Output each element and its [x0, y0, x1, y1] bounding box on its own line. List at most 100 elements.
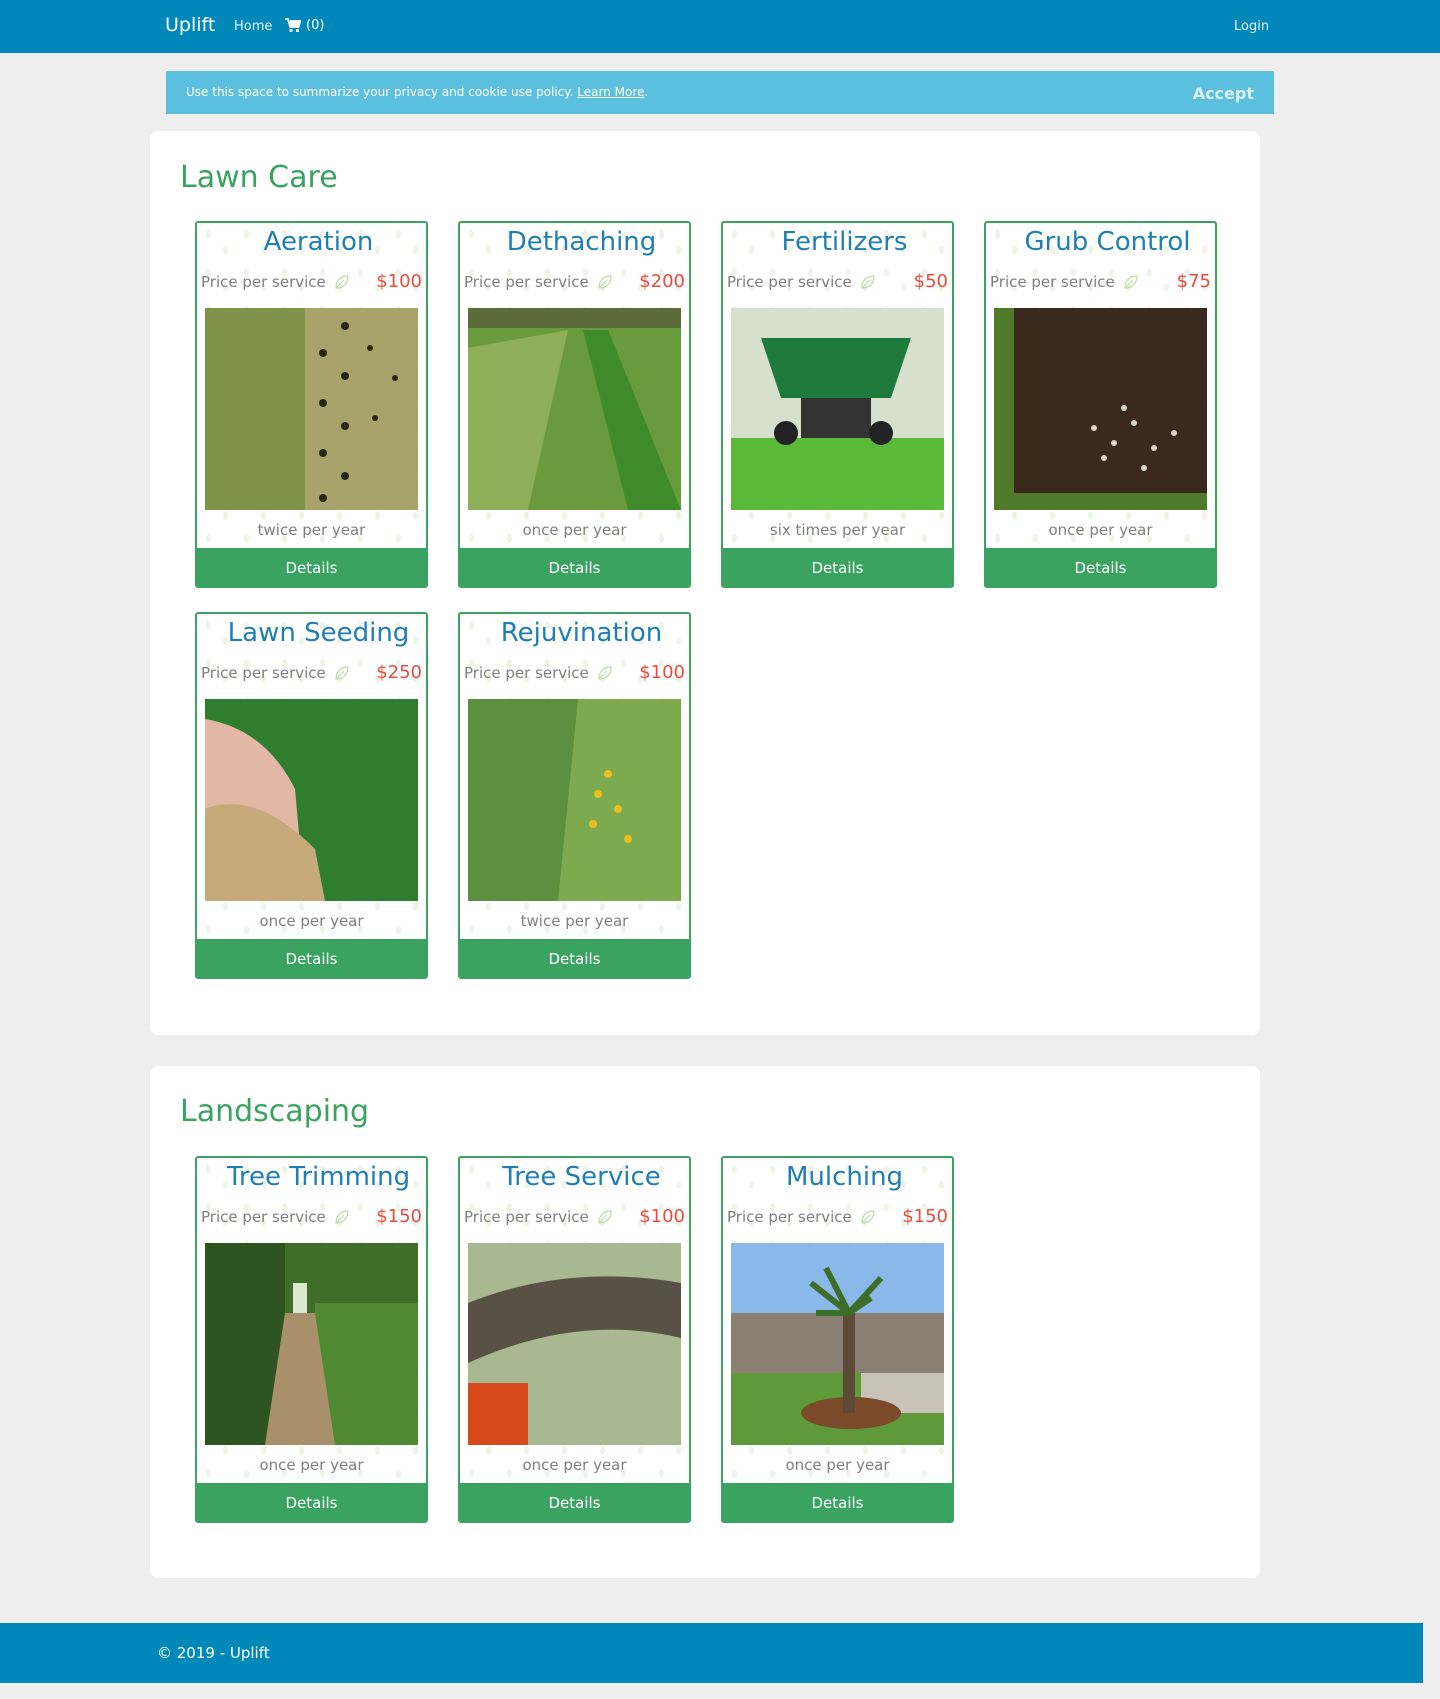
dethaching-image — [468, 308, 681, 510]
service-frequency: once per year — [259, 1456, 364, 1474]
price-label: Price per service — [990, 273, 1139, 291]
service-card: Fertilizers Price per service $50 six ti… — [721, 221, 954, 588]
service-name: Tree Trimming — [226, 1162, 411, 1192]
service-name: Aeration — [263, 227, 374, 257]
service-price: $150 — [902, 1206, 948, 1227]
nav-login-link[interactable]: Login — [1234, 19, 1269, 34]
price-label-text: Price per service — [464, 1208, 589, 1226]
section-landscaping: Landscaping Tree Trimming Price per serv… — [150, 1066, 1260, 1578]
details-button[interactable]: Details — [723, 1483, 952, 1521]
price-label: Price per service — [727, 273, 876, 291]
service-card: Aeration Price per service $100 twice pe… — [195, 221, 428, 588]
rejuvination-image — [468, 699, 681, 901]
tree-trimming-image — [205, 1243, 418, 1445]
service-frequency: once per year — [1048, 521, 1153, 539]
service-frequency: once per year — [259, 912, 364, 930]
details-button[interactable]: Details — [723, 548, 952, 586]
leaf-icon — [335, 1210, 349, 1224]
navbar: Uplift Home (0) Login — [0, 0, 1440, 53]
service-price: $50 — [913, 271, 948, 292]
service-name: Tree Service — [502, 1162, 661, 1192]
service-card: Tree Trimming Price per service $150 onc… — [195, 1156, 428, 1523]
service-price: $150 — [376, 1206, 422, 1227]
leaf-icon — [598, 275, 612, 289]
service-name: Fertilizers — [781, 227, 908, 257]
price-label-text: Price per service — [201, 664, 326, 682]
service-name: Lawn Seeding — [227, 618, 410, 648]
cart-icon — [285, 18, 301, 33]
service-name: Rejuvination — [500, 618, 663, 648]
price-label: Price per service — [201, 273, 350, 291]
price-label: Price per service — [464, 273, 613, 291]
service-name: Mulching — [785, 1162, 904, 1192]
details-button[interactable]: Details — [460, 1483, 689, 1521]
service-frequency: twice per year — [520, 912, 629, 930]
cart-count: (0) — [306, 18, 325, 33]
price-label-text: Price per service — [727, 273, 852, 291]
price-label-text: Price per service — [727, 1208, 852, 1226]
lawn-seeding-image — [205, 699, 418, 901]
service-card: Rejuvination Price per service $100 twic… — [458, 612, 691, 979]
leaf-icon — [1124, 275, 1138, 289]
nav-cart-link[interactable]: (0) — [285, 18, 324, 33]
service-price: $100 — [639, 1206, 685, 1227]
footer: © 2019 - Uplift — [0, 1623, 1423, 1683]
fertilizers-image — [731, 308, 944, 510]
mulching-image — [731, 1243, 944, 1445]
cookie-banner: Use this space to summarize your privacy… — [166, 71, 1274, 114]
details-button[interactable]: Details — [460, 548, 689, 586]
price-label: Price per service — [201, 664, 350, 682]
service-frequency: six times per year — [769, 521, 906, 539]
accept-button[interactable]: Accept — [1193, 84, 1254, 103]
cookie-text: Use this space to summarize your privacy… — [186, 85, 574, 99]
price-label: Price per service — [727, 1208, 876, 1226]
learn-more-link[interactable]: Learn More — [577, 85, 644, 99]
service-name: Dethaching — [506, 227, 657, 257]
service-price: $100 — [376, 271, 422, 292]
price-label-text: Price per service — [201, 1208, 326, 1226]
price-label-text: Price per service — [990, 273, 1115, 291]
service-frequency: once per year — [522, 1456, 627, 1474]
tree-service-image — [468, 1243, 681, 1445]
leaf-icon — [861, 275, 875, 289]
price-label: Price per service — [464, 1208, 613, 1226]
service-frequency: twice per year — [257, 521, 366, 539]
leaf-icon — [598, 666, 612, 680]
details-button[interactable]: Details — [197, 548, 426, 586]
service-card: Grub Control Price per service $75 once … — [984, 221, 1217, 588]
service-card: Tree Service Price per service $100 once… — [458, 1156, 691, 1523]
section-title: Lawn Care — [180, 160, 338, 195]
service-price: $75 — [1176, 271, 1211, 292]
grub-control-image — [994, 308, 1207, 510]
section-title: Landscaping — [180, 1094, 370, 1129]
service-frequency: once per year — [522, 521, 627, 539]
cookie-message: Use this space to summarize your privacy… — [186, 85, 648, 99]
aeration-image — [205, 308, 418, 510]
price-label-text: Price per service — [201, 273, 326, 291]
details-button[interactable]: Details — [197, 1483, 426, 1521]
details-button[interactable]: Details — [986, 548, 1215, 586]
leaf-icon — [335, 666, 349, 680]
section-lawn-care: Lawn Care Aeration Price per service $10… — [150, 131, 1260, 1035]
price-label: Price per service — [201, 1208, 350, 1226]
leaf-icon — [598, 1210, 612, 1224]
details-button[interactable]: Details — [460, 939, 689, 977]
leaf-icon — [861, 1210, 875, 1224]
leaf-icon — [335, 275, 349, 289]
brand-link[interactable]: Uplift — [165, 14, 215, 36]
price-label-text: Price per service — [464, 664, 589, 682]
service-frequency: once per year — [785, 1456, 890, 1474]
service-name: Grub Control — [1024, 227, 1191, 257]
service-card: Mulching Price per service $150 once per… — [721, 1156, 954, 1523]
service-price: $250 — [376, 662, 422, 683]
service-price: $100 — [639, 662, 685, 683]
service-price: $200 — [639, 271, 685, 292]
price-label-text: Price per service — [464, 273, 589, 291]
service-card: Lawn Seeding Price per service $250 once… — [195, 612, 428, 979]
price-label: Price per service — [464, 664, 613, 682]
nav-home-link[interactable]: Home — [234, 19, 272, 34]
cookie-period: . — [644, 85, 649, 99]
service-card: Dethaching Price per service $200 once p… — [458, 221, 691, 588]
details-button[interactable]: Details — [197, 939, 426, 977]
footer-copyright: © 2019 - Uplift — [157, 1644, 270, 1662]
